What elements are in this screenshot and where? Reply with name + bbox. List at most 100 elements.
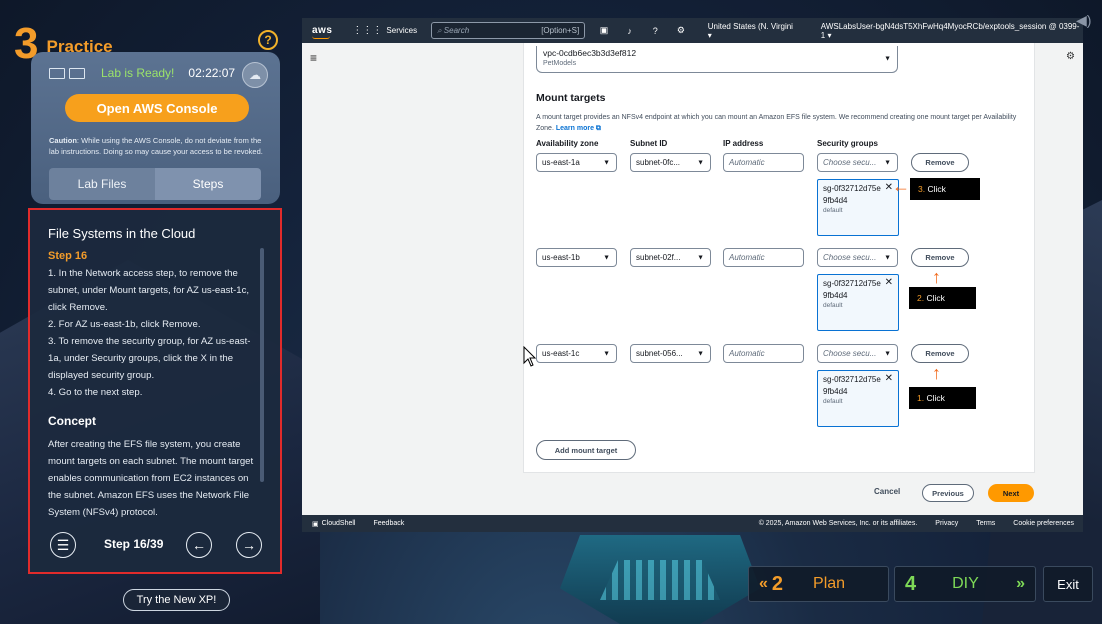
sg-select-row1[interactable]: Choose secu... ▼ (817, 153, 898, 172)
step-counter: Step 16/39 (104, 537, 164, 551)
privacy-link[interactable]: Privacy (935, 520, 958, 527)
aws-console-window: aws ⋮⋮⋮ Services ⌕ Search [Option+S] ▣ ♪… (302, 18, 1083, 532)
speaker-icon[interactable]: ◀) (1076, 12, 1096, 28)
click-callout-2: 2. Click (909, 287, 976, 309)
aws-main-area: ≡ ⚙ vpc-0cdb6ec3b3d3ef812 PetModels ▼ Mo… (302, 43, 1083, 518)
search-shortcut: [Option+S] (541, 26, 580, 35)
background-platform-grid (600, 560, 720, 600)
mount-targets-description: A mount target provides an NFSv4 endpoin… (536, 114, 1017, 133)
region-selector[interactable]: United States (N. Virgini ▾ (708, 22, 797, 40)
help-icon[interactable]: ? (648, 26, 662, 36)
settings-gear-icon[interactable]: ⚙ (674, 25, 688, 36)
help-button[interactable]: ? (258, 30, 278, 50)
double-chevron-left-icon: « (759, 575, 768, 592)
arrow-left-icon: ← (892, 176, 910, 196)
remove-button-row1[interactable]: Remove (911, 153, 969, 172)
feedback-link[interactable]: Feedback (373, 520, 404, 527)
ip-input-row3[interactable]: Automatic (723, 344, 804, 363)
aws-topbar: aws ⋮⋮⋮ Services ⌕ Search [Option+S] ▣ ♪… (302, 18, 1083, 43)
cookie-preferences-link[interactable]: Cookie preferences (1013, 520, 1074, 527)
add-mount-target-button[interactable]: Add mount target (536, 440, 636, 460)
mouse-cursor-icon (523, 346, 537, 367)
lab-card: Lab is Ready! 02:22:07 ☁ Open AWS Consol… (31, 52, 280, 204)
cancel-button[interactable]: Cancel (874, 487, 900, 496)
steps-scrollbar[interactable] (260, 248, 264, 482)
plan-label: Plan (813, 575, 846, 592)
previous-step-icon[interactable]: ← (186, 532, 212, 558)
tab-lab-files[interactable]: Lab Files (49, 168, 155, 200)
steps-title: File Systems in the Cloud (48, 226, 196, 241)
copyright-text: © 2025, Amazon Web Services, Inc. or its… (758, 520, 918, 527)
caret-down-icon: ▼ (884, 55, 891, 63)
diy-nav-button[interactable]: 4 DIY » (894, 566, 1036, 602)
cloudshell-icon[interactable]: ▣ (597, 25, 611, 36)
previous-button[interactable]: Previous (922, 484, 974, 502)
remove-token-x-icon[interactable]: ✕ (885, 373, 893, 384)
column-security-groups: Security groups (817, 139, 878, 148)
remove-button-row2[interactable]: Remove (911, 248, 969, 267)
sg-select-row2[interactable]: Choose secu... ▼ (817, 248, 898, 267)
subnet-select-row3[interactable]: subnet-056... ▼ (630, 344, 711, 363)
steps-panel: File Systems in the Cloud Step 16 1. In … (28, 208, 282, 574)
vpc-value: vpc-0cdb6ec3b3d3ef812 (543, 48, 637, 58)
network-access-card: vpc-0cdb6ec3b3d3ef812 PetModels ▼ Mount … (523, 43, 1035, 473)
instruction-item: 4. Go to the next step. (48, 387, 143, 399)
mount-targets-heading: Mount targets (536, 92, 606, 104)
diy-number: 4 (905, 572, 917, 595)
click-callout-1: 1. Click (909, 387, 976, 409)
remove-token-x-icon[interactable]: ✕ (885, 277, 893, 288)
aws-logo[interactable]: aws (312, 25, 332, 39)
vpc-name: PetModels (543, 60, 577, 67)
token-id: sg-0f32712d75e9fb4d4 (823, 375, 881, 396)
cloudshell-link[interactable]: ▣ CloudShell (312, 520, 355, 528)
arrow-up-icon: ↑ (932, 267, 941, 287)
open-aws-console-button[interactable]: Open AWS Console (65, 94, 249, 122)
step-label: Step 16 (48, 250, 88, 262)
lab-status: Lab is Ready! (101, 66, 175, 80)
services-menu[interactable]: Services (386, 26, 417, 35)
security-group-token-row1: sg-0f32712d75e9fb4d4 default ✕ (817, 179, 899, 236)
subnet-select-row1[interactable]: subnet-0fc... ▼ (630, 153, 711, 172)
next-button[interactable]: Next (988, 484, 1034, 502)
aws-search-input[interactable]: ⌕ Search [Option+S] (431, 22, 586, 39)
concept-title: Concept (48, 414, 96, 428)
remove-button-row3[interactable]: Remove (911, 344, 969, 363)
token-sub: default (823, 207, 843, 214)
arrow-up-icon: ↑ (932, 363, 941, 383)
account-menu[interactable]: AWSLabsUser-bgN4dsT5XhFwHq4MyocRCb/expto… (821, 22, 1083, 40)
double-chevron-right-icon: » (1016, 575, 1025, 592)
try-new-xp-button[interactable]: Try the New XP! (123, 589, 230, 611)
step-list-icon[interactable]: ☰ (50, 532, 76, 558)
subnet-select-row2[interactable]: subnet-02f... ▼ (630, 248, 711, 267)
cloudshell-icon: ▣ (312, 520, 319, 528)
ip-input-row2[interactable]: Automatic (723, 248, 804, 267)
search-icon: ⌕ (437, 25, 444, 35)
column-ip: IP address (723, 139, 764, 148)
az-select-row2[interactable]: us-east-1b ▼ (536, 248, 617, 267)
caution-body: : While using the AWS Console, do not de… (49, 136, 263, 156)
notifications-icon[interactable]: ♪ (623, 26, 637, 36)
ip-input-row1[interactable]: Automatic (723, 153, 804, 172)
hamburger-menu-icon[interactable]: ≡ (310, 51, 317, 65)
lab-tabs: Lab Files Steps (49, 168, 261, 200)
learn-more-link[interactable]: Learn more ⧉ (556, 125, 601, 132)
az-select-row1[interactable]: us-east-1a ▼ (536, 153, 617, 172)
concept-text: After creating the EFS file system, you … (48, 439, 254, 519)
side-panel-gear-icon[interactable]: ⚙ (1066, 51, 1075, 62)
next-step-icon[interactable]: → (236, 532, 262, 558)
exit-button[interactable]: Exit (1043, 566, 1093, 602)
steps-footer: ☰ Step 16/39 ← → (30, 532, 280, 560)
caution-label: Caution (49, 136, 77, 145)
instruction-item: 1. In the Network access step, to remove… (48, 268, 250, 314)
services-grid-icon[interactable]: ⋮⋮⋮ (352, 25, 382, 36)
plan-number: 2 (771, 572, 784, 595)
instruction-item: 3. To remove the security group, for AZ … (48, 336, 251, 382)
tab-steps[interactable]: Steps (155, 168, 261, 200)
token-id: sg-0f32712d75e9fb4d4 (823, 184, 881, 205)
vpc-select[interactable]: vpc-0cdb6ec3b3d3ef812 PetModels ▼ (536, 46, 898, 73)
cloud-icon[interactable]: ☁ (242, 62, 268, 88)
az-select-row3[interactable]: us-east-1c ▼ (536, 344, 617, 363)
terms-link[interactable]: Terms (976, 520, 995, 527)
sg-select-row3[interactable]: Choose secu... ▼ (817, 344, 898, 363)
plan-nav-button[interactable]: « 2 Plan (748, 566, 889, 602)
